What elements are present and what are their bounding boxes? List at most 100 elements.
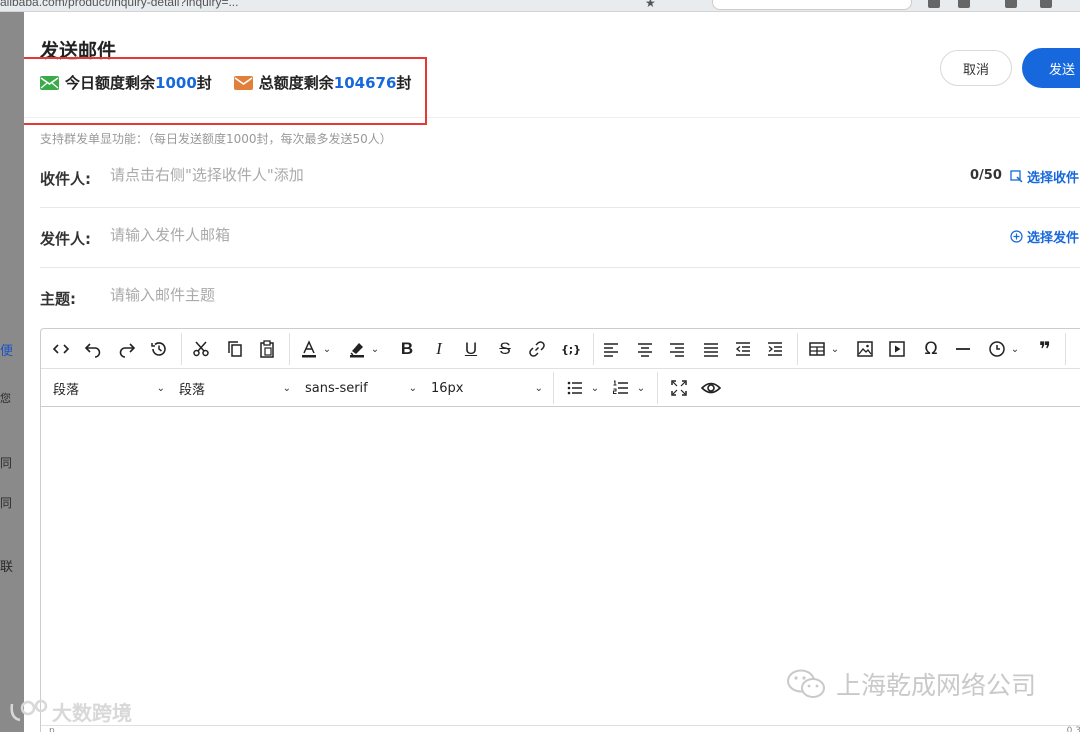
toolbar-divider [593,333,594,365]
recipient-input[interactable] [110,160,810,190]
paragraph-format-select[interactable]: 段落 ⌄ [179,374,291,402]
cancel-button[interactable]: 取消 [940,50,1012,86]
align-left-icon[interactable] [597,335,625,363]
extension-icon[interactable] [1040,0,1052,8]
chevron-down-icon[interactable]: ⌄ [633,374,649,402]
font-family-value: sans-serif [305,380,368,396]
special-character-icon[interactable]: Ω [917,335,945,363]
link-icon[interactable] [523,335,551,363]
bold-icon[interactable]: B [393,335,421,363]
background-text: 同 [0,456,13,470]
star-icon[interactable]: ★ [645,0,656,10]
watermark-brand: 大数跨境 [52,701,132,725]
send-button[interactable]: 发送 [1022,48,1080,88]
outdent-icon[interactable] [729,335,757,363]
copy-icon[interactable] [221,335,249,363]
chevron-down-icon[interactable]: ⌄ [587,374,603,402]
editor-toolbar-row-2: 段落 ⌄ 段落 ⌄ sans-serif ⌄ 16px ⌄ ⌄ ⌄ [41,369,1080,407]
select-sender-button[interactable]: 选择发件 [1010,227,1079,246]
chevron-down-icon[interactable]: ⌄ [367,335,383,363]
align-center-icon[interactable] [631,335,659,363]
numbered-list-icon[interactable] [607,374,635,402]
horizontal-line-icon[interactable] [949,335,977,363]
toolbar-divider [181,333,182,365]
watermark-left: 大数跨境 [8,697,132,726]
template-variable-icon[interactable]: {;} [557,335,585,363]
bulk-send-hint: 支持群发单显功能：（每日发送额度1000封，每次最多发送50人） [40,132,392,146]
chevron-down-icon[interactable]: ⌄ [319,335,335,363]
brand-logo-icon [10,699,48,721]
element-path: p [49,726,55,732]
toolbar-divider [797,333,798,365]
extension-icon[interactable] [1005,0,1017,8]
recipient-label: 收件人: [40,170,91,188]
font-size-select[interactable]: 16px ⌄ [431,374,543,402]
word-count: 0 3 [1066,726,1080,732]
sender-input[interactable] [110,220,810,250]
font-family-select[interactable]: sans-serif ⌄ [305,374,417,402]
browser-search-box[interactable] [712,0,912,10]
undo-icon[interactable] [79,335,107,363]
watermark-right: 上海乾成网络公司 [786,666,1036,702]
recipient-row: 收件人: 0/50 选择收件 [40,148,1080,208]
background-text: 您 [0,392,11,405]
annotation-highlight-box [24,57,427,125]
select-cursor-icon [1010,170,1023,183]
toolbar-divider [1065,333,1066,365]
background-text: 同 [0,496,13,510]
toolbar-divider [657,372,658,404]
quote-icon[interactable]: ❞ [1031,335,1059,363]
underline-icon[interactable]: U [457,335,485,363]
chevron-down-icon: ⌄ [282,382,291,394]
watermark-company: 上海乾成网络公司 [836,671,1037,700]
subject-row: 主题: [40,268,1080,328]
subject-input[interactable] [110,280,810,310]
select-recipient-button[interactable]: 选择收件 [1010,167,1079,186]
align-right-icon[interactable] [663,335,691,363]
background-text: 便 [0,344,14,359]
preview-eye-icon[interactable] [697,374,725,402]
select-sender-label: 选择发件 [1027,231,1080,246]
code-view-icon[interactable] [47,335,75,363]
chevron-down-icon: ⌄ [156,382,165,394]
recipient-count: 0/50 [970,168,1002,183]
chevron-down-icon[interactable]: ⌄ [827,335,843,363]
toolbar-divider [289,333,290,365]
select-recipient-label: 选择收件 [1027,171,1080,186]
sender-label: 发件人: [40,230,91,248]
editor-status-bar: p 0 3 [41,725,1080,732]
strikethrough-icon[interactable]: S [491,335,519,363]
chevron-down-icon: ⌄ [534,382,543,394]
wechat-icon [787,669,825,698]
redo-icon[interactable] [113,335,141,363]
cut-icon[interactable] [187,335,215,363]
background-text: 联 [0,560,14,575]
browser-toolbar: alibaba.com/product/inquiry-detail?inqui… [0,0,1080,12]
add-circle-icon [1010,230,1023,243]
sender-row: 发件人: 选择发件 [40,208,1080,268]
toolbar-divider [553,372,554,404]
browser-url[interactable]: alibaba.com/product/inquiry-detail?inqui… [0,0,238,9]
fullscreen-icon[interactable] [665,374,693,402]
image-icon[interactable] [851,335,879,363]
editor-toolbar-row-1: ⌄ ⌄ B I U S {;} ⌄ Ω ⌄ ❞ [41,329,1080,369]
history-icon[interactable] [145,335,173,363]
indent-icon[interactable] [761,335,789,363]
paragraph-format-value: 段落 [179,382,206,398]
background-page: 便 您 同 同 联 [0,12,24,732]
video-icon[interactable] [883,335,911,363]
chevron-down-icon[interactable]: ⌄ [1007,335,1023,363]
font-size-value: 16px [431,380,464,396]
chevron-down-icon: ⌄ [408,382,417,394]
subject-label: 主题: [40,290,76,308]
modal-header: 发送邮件 今日额度剩余 1000 封 总额度剩余 104676 封 取消 发送 [24,12,1080,125]
bullet-list-icon[interactable] [561,374,589,402]
block-format-select[interactable]: 段落 ⌄ [53,374,165,402]
extension-icon[interactable] [928,0,940,8]
italic-icon[interactable]: I [425,335,453,363]
send-email-modal: 发送邮件 今日额度剩余 1000 封 总额度剩余 104676 封 取消 发送 [24,12,1080,732]
block-format-value: 段落 [53,382,80,398]
paste-icon[interactable] [253,335,281,363]
align-justify-icon[interactable] [697,335,725,363]
extension-icon[interactable] [958,0,970,8]
